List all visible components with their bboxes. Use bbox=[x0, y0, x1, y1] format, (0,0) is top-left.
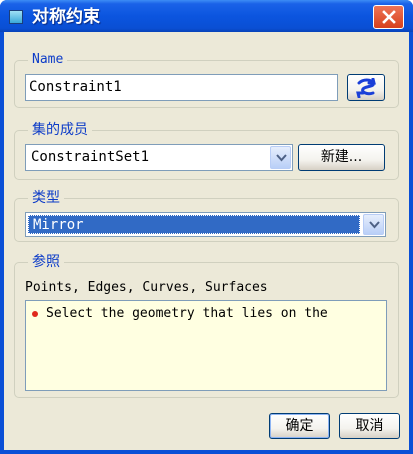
dialog-body: Name Constraint1 集的成员 ConstraintSet1 新建.… bbox=[4, 32, 409, 450]
constraint-set-select[interactable]: ConstraintSet1 bbox=[25, 144, 293, 171]
type-group-legend: 类型 bbox=[28, 190, 64, 206]
swirl-icon bbox=[356, 78, 376, 98]
type-selected-value: Mirror bbox=[33, 217, 84, 233]
name-input[interactable]: Constraint1 bbox=[25, 74, 338, 101]
window-icon bbox=[9, 10, 23, 24]
references-message-area[interactable]: Select the geometry that lies on the bbox=[25, 300, 387, 391]
close-button[interactable] bbox=[373, 5, 404, 29]
type-dropdown-button[interactable] bbox=[363, 214, 384, 235]
new-set-button[interactable]: 新建... bbox=[298, 144, 385, 171]
set-group-legend: 集的成员 bbox=[28, 122, 92, 138]
title-bar[interactable]: 对称约束 bbox=[0, 0, 413, 32]
cancel-button[interactable]: 取消 bbox=[339, 413, 400, 439]
name-group-legend: Name bbox=[28, 52, 68, 68]
chevron-down-icon bbox=[369, 221, 380, 229]
references-group-legend: 参照 bbox=[28, 254, 64, 270]
window-title: 对称约束 bbox=[32, 7, 100, 27]
references-message: Select the geometry that lies on the bbox=[46, 306, 328, 321]
ok-button[interactable]: 确定 bbox=[269, 413, 330, 439]
references-hint: Points, Edges, Curves, Surfaces bbox=[25, 280, 268, 295]
pick-name-button[interactable] bbox=[347, 74, 385, 101]
type-select-highlight: Mirror bbox=[28, 215, 360, 234]
type-select[interactable]: Mirror bbox=[25, 212, 386, 237]
dialog-window: 对称约束 Name Constraint1 集的成员 ConstraintSet… bbox=[0, 0, 413, 454]
bullet-icon bbox=[32, 311, 38, 317]
chevron-down-icon bbox=[276, 154, 287, 162]
constraint-set-dropdown-button[interactable] bbox=[270, 146, 291, 169]
close-icon bbox=[382, 10, 396, 24]
